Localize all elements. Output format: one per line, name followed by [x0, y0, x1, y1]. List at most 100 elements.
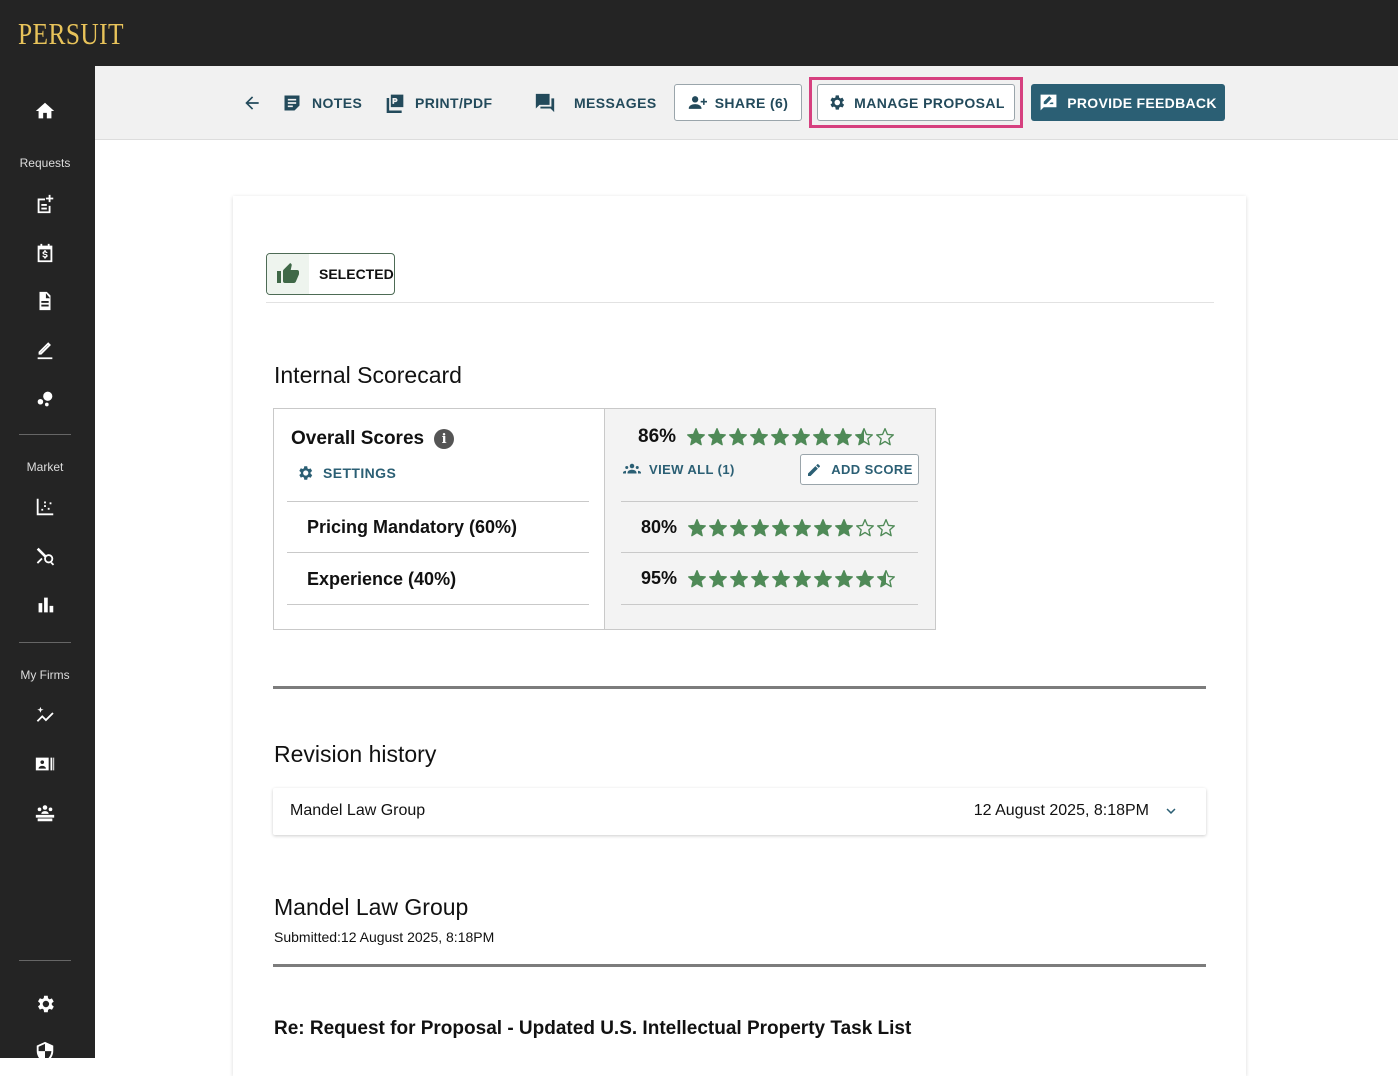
overall-score-row: 86%	[638, 426, 895, 448]
star-full-icon	[688, 518, 707, 536]
scatter-chart-icon[interactable]	[33, 495, 57, 519]
proposal-subject: Re: Request for Proposal - Updated U.S. …	[274, 1018, 912, 1039]
row-divider	[621, 604, 918, 605]
chat-icon	[535, 93, 555, 113]
add-score-button[interactable]: ADD SCORE	[800, 454, 919, 485]
document-icon[interactable]	[33, 289, 57, 313]
star-full-icon	[751, 569, 770, 587]
pencil-icon	[808, 463, 821, 476]
sidebar-divider	[19, 960, 71, 961]
star-half-icon	[855, 428, 874, 446]
messages-button[interactable]: MESSAGES	[534, 66, 657, 140]
star-full-icon	[750, 428, 769, 446]
star-full-icon	[793, 569, 812, 587]
star-full-icon	[751, 518, 770, 536]
print-pdf-label: PRINT/PDF	[415, 95, 493, 111]
divider	[266, 302, 1214, 303]
provide-feedback-label: PROVIDE FEEDBACK	[1067, 94, 1217, 111]
add-score-label: ADD SCORE	[831, 462, 913, 477]
star-full-icon	[793, 518, 812, 536]
proposal-firm-title: Mandel Law Group	[274, 894, 469, 920]
sidebar: Requests Market My Firms	[0, 66, 95, 1063]
thumbs-up-icon	[267, 254, 309, 294]
bar-chart-icon[interactable]	[33, 593, 57, 617]
manage-proposal-highlight	[809, 77, 1023, 128]
overall-score-percent: 86%	[638, 426, 677, 447]
sidebar-section-my-firms: My Firms	[20, 668, 70, 682]
row-divider	[621, 501, 918, 502]
experience-score-row: 95%	[641, 568, 896, 589]
info-icon[interactable]: i	[434, 429, 455, 449]
star-full-icon	[835, 518, 854, 536]
selected-label: SELECTED	[319, 266, 394, 282]
team-icon[interactable]	[33, 801, 57, 825]
overall-star-rating	[686, 427, 895, 447]
print-pdf-button[interactable]: PRINT/PDF	[385, 66, 493, 140]
share-label: SHARE (6)	[714, 94, 789, 111]
star-full-icon	[771, 428, 790, 446]
row-divider	[621, 552, 918, 553]
criterion-pricing-label: Pricing Mandatory (60%)	[307, 517, 518, 537]
sparkle-chart-icon[interactable]	[33, 704, 57, 728]
pricing-score-percent: 80%	[641, 517, 678, 537]
row-divider	[287, 604, 589, 605]
shield-icon[interactable]	[33, 1040, 57, 1064]
scorecard-settings-button[interactable]: SETTINGS	[296, 464, 396, 482]
chevron-down-icon[interactable]	[1162, 802, 1180, 820]
submitted-date: Submitted:12 August 2025, 8:18PM	[274, 929, 495, 945]
star-full-icon	[708, 428, 727, 446]
revision-firm-name: Mandel Law Group	[290, 802, 426, 819]
experience-star-rating	[687, 569, 896, 589]
settings-label: SETTINGS	[323, 465, 397, 481]
section-divider	[273, 686, 1206, 689]
experience-score-percent: 95%	[641, 568, 678, 588]
gear-icon	[299, 466, 313, 480]
scorecard-table: Overall Scores i SETTINGS Pricing Mandat…	[273, 408, 936, 630]
settings-icon[interactable]	[33, 992, 57, 1016]
sidebar-divider	[19, 642, 71, 643]
star-full-icon	[814, 518, 833, 536]
pricing-star-rating	[687, 518, 896, 538]
section-divider	[273, 964, 1206, 967]
top-bar: PERSUIT	[0, 0, 1398, 66]
pdf-icon	[386, 94, 404, 113]
sidebar-section-requests: Requests	[19, 156, 71, 170]
messages-label: MESSAGES	[574, 95, 657, 111]
group-icon	[623, 463, 641, 474]
bubbles-icon[interactable]	[33, 387, 57, 411]
revision-history-item[interactable]: Mandel Law Group 12 August 2025, 8:18PM	[273, 788, 1206, 835]
new-request-icon[interactable]	[33, 192, 57, 216]
notes-button[interactable]: NOTES	[282, 66, 362, 140]
overall-scores-heading: Overall Scores i	[291, 428, 455, 450]
star-full-icon	[834, 428, 853, 446]
notes-icon	[284, 95, 300, 111]
overall-scores-label: Overall Scores	[291, 428, 425, 449]
star-full-icon	[730, 569, 749, 587]
star-empty-icon	[876, 428, 895, 446]
sidebar-divider	[19, 434, 71, 435]
pricing-score-row: 80%	[641, 517, 896, 538]
firm-card-icon[interactable]	[33, 752, 57, 776]
feedback-icon	[1040, 94, 1057, 111]
star-full-icon	[835, 569, 854, 587]
notes-label: NOTES	[312, 95, 363, 111]
provide-feedback-button[interactable]: PROVIDE FEEDBACK	[1031, 84, 1225, 121]
calendar-dollar-icon[interactable]	[33, 241, 57, 265]
star-half-icon	[877, 569, 896, 587]
star-full-icon	[813, 428, 832, 446]
revision-date: 12 August 2025, 8:18PM	[973, 802, 1149, 819]
edit-icon[interactable]	[33, 338, 57, 362]
star-full-icon	[814, 569, 833, 587]
star-full-icon	[792, 428, 811, 446]
row-divider	[287, 501, 589, 502]
view-all-scores-button[interactable]: VIEW ALL (1)	[623, 460, 735, 478]
share-button[interactable]: SHARE (6)	[674, 84, 802, 121]
star-full-icon	[709, 569, 728, 587]
selected-status-badge: SELECTED	[266, 253, 395, 295]
view-all-label: VIEW ALL (1)	[649, 461, 735, 477]
back-button[interactable]	[242, 66, 262, 140]
persuit-logo[interactable]: PERSUIT	[18, 16, 124, 52]
search-analytics-icon[interactable]	[33, 544, 57, 568]
row-divider	[287, 552, 589, 553]
home-icon[interactable]	[33, 99, 57, 123]
